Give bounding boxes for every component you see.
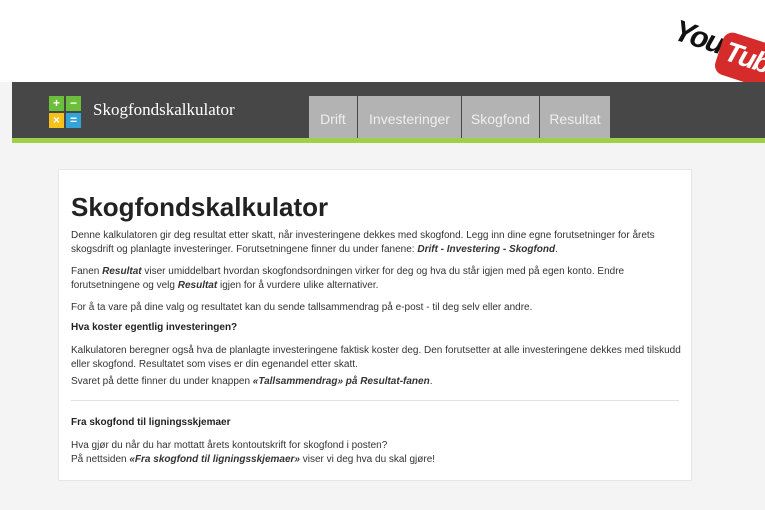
intro-tabs-emphasis: Drift - Investering - Skogfond	[417, 243, 556, 255]
tab-investeringer[interactable]: Investeringer	[358, 96, 461, 138]
youtube-logo-tube: Tube	[720, 35, 765, 84]
nettsiden-paragraph: På nettsiden «Fra skogfond til ligningss…	[71, 453, 683, 467]
multiply-icon: ×	[49, 113, 64, 128]
content-card: Skogfondskalkulator Denne kalkulatoren g…	[58, 169, 692, 481]
intro-text: Denne kalkulatoren gir deg resultat ette…	[71, 230, 655, 255]
minus-icon: −	[66, 96, 81, 111]
answer-text: Svaret på dette finner du under knappen	[71, 376, 253, 387]
resultat-text-a: Fanen	[71, 266, 103, 277]
kontoutskrift-paragraph: Hva gjør du når du har mottatt årets kon…	[71, 440, 388, 451]
nettsiden-end: viser vi deg hva du skal gjøre!	[299, 454, 436, 465]
resultat-emphasis-1: Resultat	[102, 266, 142, 277]
plus-icon: +	[49, 96, 64, 111]
email-paragraph: For å ta vare på dine valg og resultatet…	[71, 302, 533, 313]
app-title[interactable]: Skogfondskalkulator	[93, 100, 235, 120]
tab-drift[interactable]: Drift	[309, 96, 357, 138]
cost-paragraph: Kalkulatoren beregner også hva de planla…	[71, 345, 681, 370]
nettsiden-text: På nettsiden	[71, 454, 130, 465]
tab-skogfond[interactable]: Skogfond	[462, 96, 539, 138]
resultat-text-c: igjen for å vurdere ulike alternativer.	[217, 279, 379, 291]
resultat-paragraph: Fanen Resultat viser umiddelbart hvordan…	[71, 265, 683, 292]
intro-paragraph: Denne kalkulatoren gir deg resultat ette…	[71, 229, 683, 256]
tallsammendrag-link[interactable]: «Tallsammendrag» på Resultat-fanen	[253, 376, 430, 387]
answer-end: .	[429, 376, 433, 387]
section-heading-ligning: Fra skogfond til ligningsskjemaer	[71, 417, 231, 428]
section-heading-cost: Hva koster egentlig investeringen?	[71, 322, 238, 333]
section-divider	[71, 400, 679, 401]
resultat-emphasis-2: Resultat	[177, 279, 218, 291]
page-title: Skogfondskalkulator	[71, 192, 329, 222]
intro-end: .	[555, 243, 558, 255]
ligningsskjemaer-link[interactable]: «Fra skogfond til ligningsskjemaer»	[129, 454, 300, 465]
equals-icon: =	[66, 113, 81, 128]
tab-resultat[interactable]: Resultat	[540, 96, 610, 138]
youtube-logo: You Tube	[668, 0, 765, 92]
top-area	[0, 0, 765, 82]
header-accent-line	[12, 138, 765, 143]
answer-paragraph: Svaret på dette finner du under knappen …	[71, 375, 683, 389]
calculator-logo-icon[interactable]: + − × =	[49, 96, 81, 128]
